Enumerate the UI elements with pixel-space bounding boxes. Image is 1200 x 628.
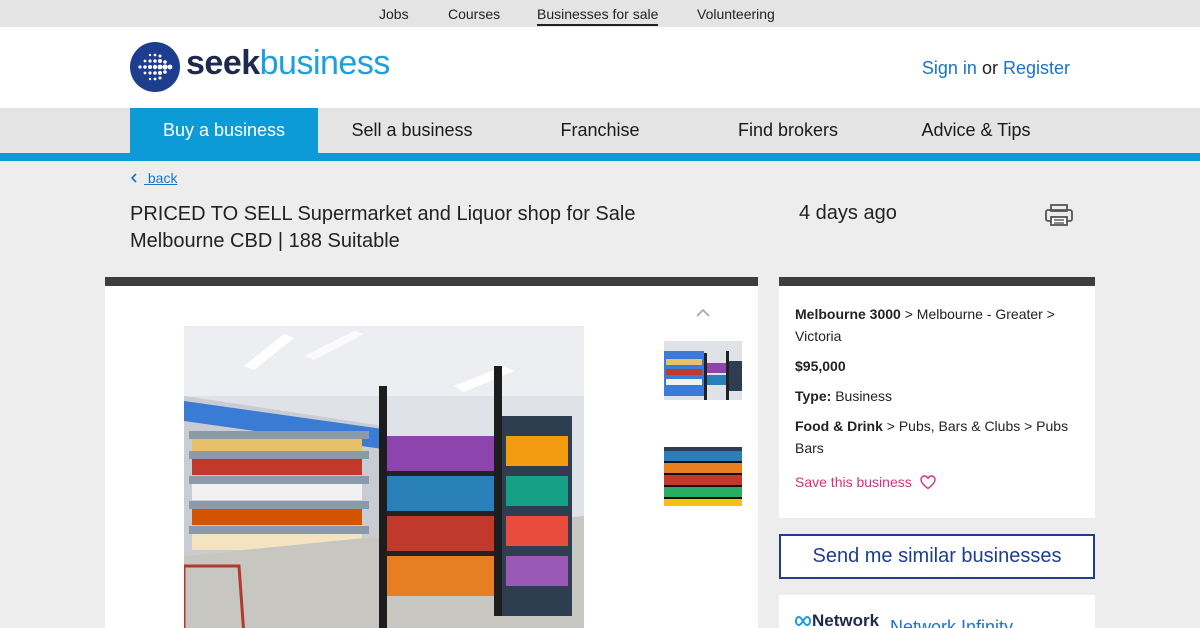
broker-name-link[interactable]: Network Infinity — [890, 617, 1013, 628]
broker-card: Network Network Infinity — [779, 595, 1095, 628]
save-business-button[interactable]: Save this business — [795, 471, 1079, 493]
price-value: $95,000 — [795, 358, 846, 374]
auth-or-text: or — [981, 58, 998, 78]
broker-logo-text: Network — [812, 611, 880, 628]
listing-location: Melbourne 3000 > Melbourne - Greater > V… — [795, 303, 1079, 347]
main-nav: Buy a business Sell a business Franchise… — [0, 108, 1200, 153]
logo-word-business: business — [259, 44, 391, 82]
topnav-volunteering[interactable]: Volunteering — [697, 6, 775, 22]
nav-sell-a-business[interactable]: Sell a business — [318, 108, 506, 153]
back-label: back — [147, 170, 178, 186]
broker-logo[interactable]: Network — [794, 611, 879, 628]
posted-date: 4 days ago — [799, 202, 897, 224]
topnav-businesses-for-sale[interactable]: Businesses for sale — [537, 6, 659, 26]
type-label: Type: — [795, 388, 832, 404]
nav-franchise[interactable]: Franchise — [506, 108, 694, 153]
topnav-courses[interactable]: Courses — [448, 6, 500, 22]
seek-logo-icon[interactable] — [130, 42, 180, 92]
chevron-left-icon — [130, 170, 144, 186]
category-main[interactable]: Food & Drink — [795, 418, 883, 434]
register-link[interactable]: Register — [1003, 58, 1070, 78]
gallery-thumbnail[interactable] — [664, 447, 742, 506]
listing-info-box: Melbourne 3000 > Melbourne - Greater > V… — [779, 277, 1095, 518]
listing-type: Type: Business — [795, 385, 1079, 407]
listing-category: Food & Drink > Pubs, Bars & Clubs > Pubs… — [795, 415, 1079, 459]
printer-icon[interactable] — [1044, 203, 1074, 227]
nav-find-brokers[interactable]: Find brokers — [694, 108, 882, 153]
listing-title: PRICED TO SELL Supermarket and Liquor sh… — [130, 203, 636, 252]
topnav-jobs[interactable]: Jobs — [379, 6, 409, 22]
chevron-up-icon[interactable] — [694, 306, 712, 320]
location-main-link[interactable]: Melbourne 3000 — [795, 306, 901, 322]
gallery-thumbnail[interactable] — [664, 341, 742, 400]
sign-in-link[interactable]: Sign in — [922, 58, 977, 78]
logo-word-seek: seek — [186, 44, 260, 82]
send-similar-businesses-button[interactable]: Send me similar businesses — [779, 534, 1095, 579]
save-label: Save this business — [795, 474, 912, 490]
top-utility-bar: Jobs Courses Businesses for sale Volunte… — [0, 0, 1200, 27]
nav-advice-tips[interactable]: Advice & Tips — [882, 108, 1070, 153]
site-header: seekbusiness Sign in or Register — [0, 27, 1200, 108]
type-value: Business — [831, 388, 893, 404]
nav-underline — [0, 153, 1200, 161]
nav-buy-a-business[interactable]: Buy a business — [130, 108, 318, 153]
heart-icon — [919, 475, 936, 490]
auth-links: Sign in or Register — [922, 58, 1070, 79]
photo-gallery — [105, 277, 758, 628]
main-listing-photo[interactable] — [184, 326, 584, 628]
back-link[interactable]: back — [130, 170, 177, 186]
listing-price: $95,000 — [795, 355, 1079, 377]
seekbusiness-logo[interactable]: seekbusiness — [186, 43, 390, 83]
